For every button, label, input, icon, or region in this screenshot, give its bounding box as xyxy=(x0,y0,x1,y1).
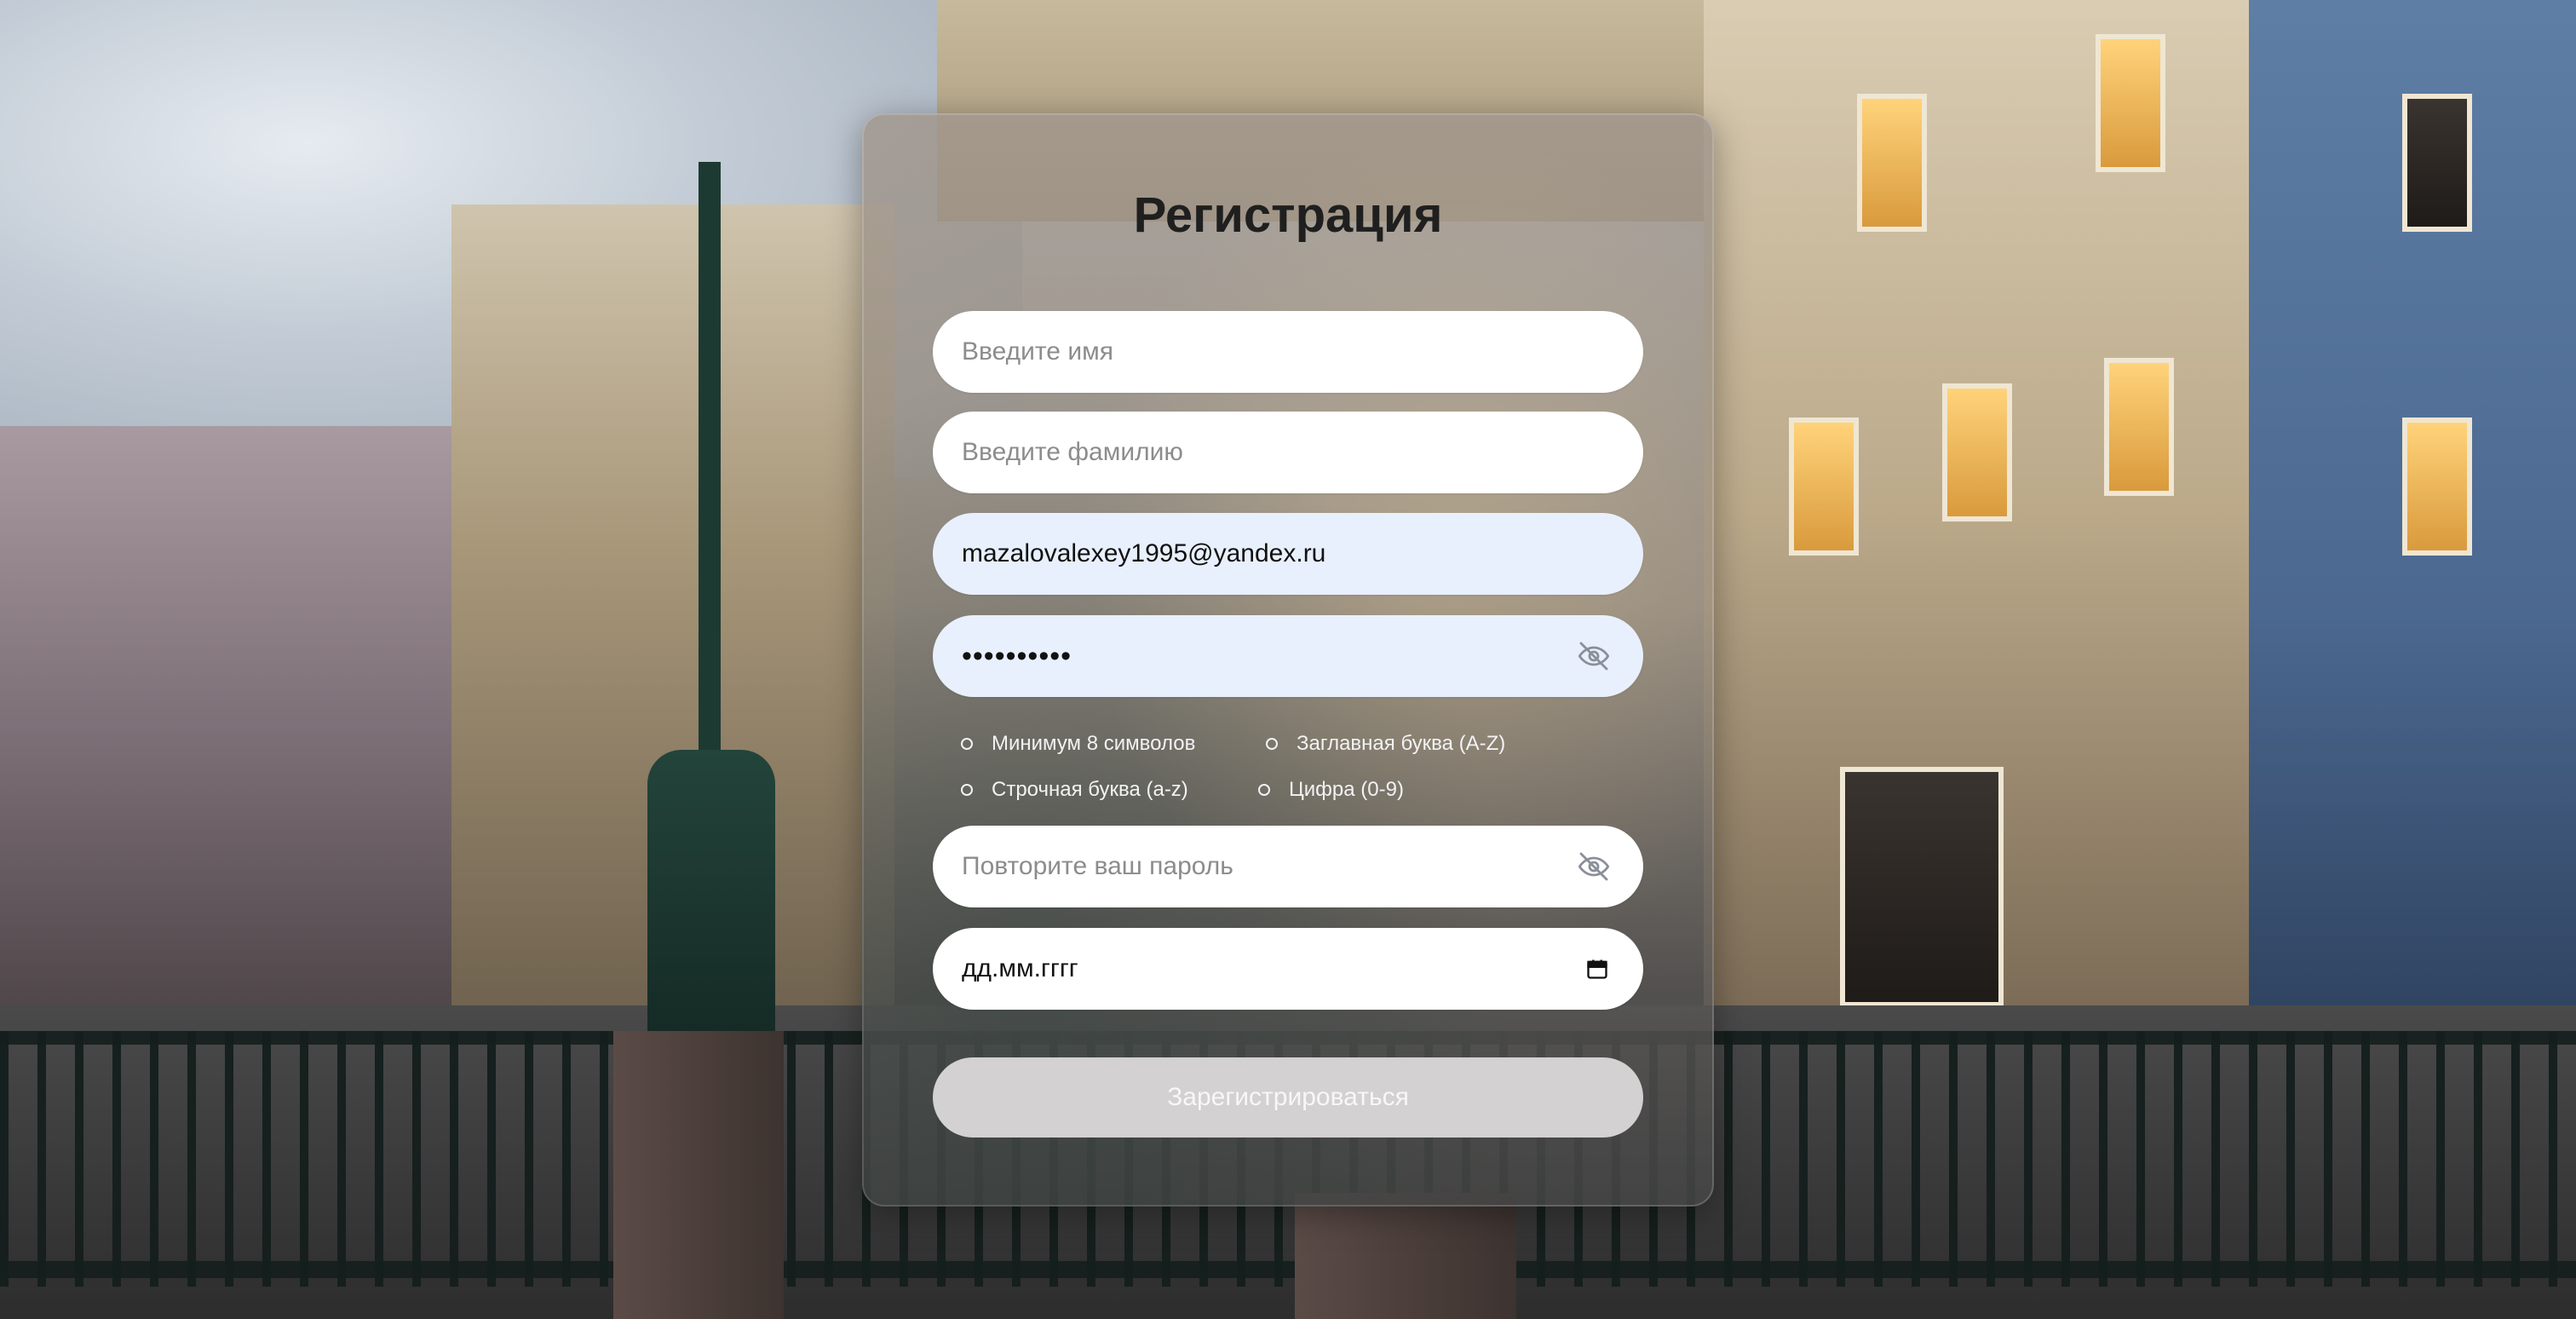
window xyxy=(2096,34,2165,172)
requirement-min-length: Минимум 8 символов xyxy=(961,732,1195,756)
granite-pillar xyxy=(1295,1193,1516,1319)
birth-date-placeholder: дд.мм.гггг xyxy=(962,954,1078,982)
building-right xyxy=(1704,0,2283,1022)
requirement-status-icon xyxy=(1266,738,1278,750)
building-left xyxy=(0,426,511,1040)
lamp-base xyxy=(647,750,775,1040)
password-input[interactable]: •••••••••• xyxy=(933,615,1643,697)
first-name-input[interactable]: Введите имя xyxy=(933,311,1643,393)
requirement-digit: Цифра (0-9) xyxy=(1258,778,1404,802)
window xyxy=(1789,418,1859,556)
calendar-icon[interactable] xyxy=(1585,957,1609,981)
confirm-password-input[interactable]: Повторите ваш пароль xyxy=(933,826,1643,907)
doorway xyxy=(1840,767,2004,1007)
birth-date-input[interactable]: дд.мм.гггг xyxy=(933,928,1643,1010)
requirement-uppercase: Заглавная буква (A-Z) xyxy=(1266,732,1505,756)
requirement-label: Заглавная буква (A-Z) xyxy=(1297,732,1506,755)
email-value: mazalovalexey1995@yandex.ru xyxy=(962,539,1326,567)
requirement-label: Минимум 8 символов xyxy=(992,732,1196,755)
first-name-placeholder: Введите имя xyxy=(962,337,1113,366)
requirement-lowercase: Строчная буква (a-z) xyxy=(961,778,1188,802)
window xyxy=(2402,418,2472,556)
last-name-placeholder: Введите фамилию xyxy=(962,438,1183,466)
eye-off-icon[interactable] xyxy=(1577,639,1611,673)
granite-pillar xyxy=(613,1031,784,1319)
building-blue xyxy=(2249,0,2576,1022)
requirement-status-icon xyxy=(961,784,973,796)
window xyxy=(1942,383,2012,521)
requirement-label: Цифра (0-9) xyxy=(1289,778,1404,801)
register-button[interactable]: Зарегистрироваться xyxy=(933,1057,1643,1138)
form-title: Регистрация xyxy=(1133,187,1443,243)
requirement-status-icon xyxy=(961,738,973,750)
email-input[interactable]: mazalovalexey1995@yandex.ru xyxy=(933,513,1643,595)
requirement-status-icon xyxy=(1258,784,1270,796)
window xyxy=(1857,94,1927,232)
window xyxy=(2402,94,2472,232)
requirement-label: Строчная буква (a-z) xyxy=(992,778,1188,801)
window xyxy=(2104,358,2174,496)
eye-off-icon[interactable] xyxy=(1577,850,1611,884)
last-name-input[interactable]: Введите фамилию xyxy=(933,412,1643,493)
confirm-password-placeholder: Повторите ваш пароль xyxy=(962,852,1233,880)
registration-form: Регистрация Введите имя Введите фамилию … xyxy=(862,113,1714,1207)
password-masked-value: •••••••••• xyxy=(962,639,1072,672)
background-photo: Регистрация Введите имя Введите фамилию … xyxy=(0,0,2576,1319)
